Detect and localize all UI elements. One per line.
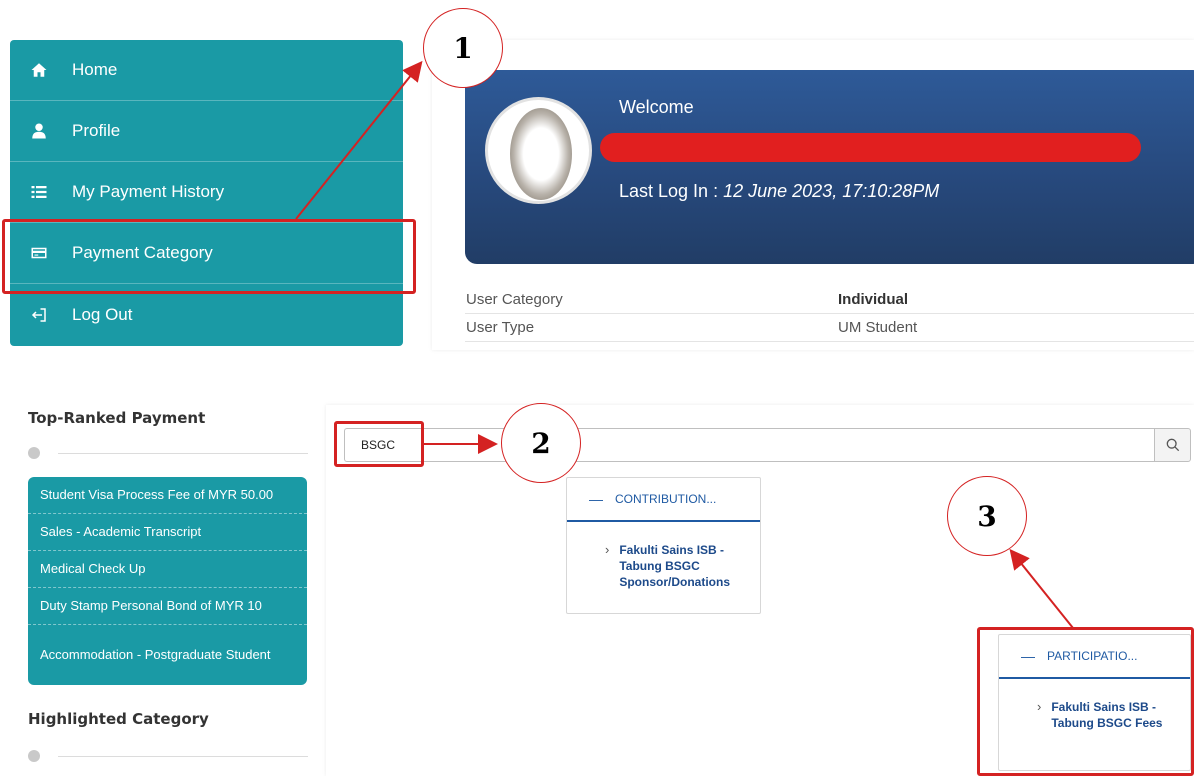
category-item-link[interactable]: › Fakulti Sains ISB - Tabung BSGC Sponso… xyxy=(567,522,760,590)
annotation-step-3: 3 xyxy=(947,476,1027,556)
annotation-step-1: 1 xyxy=(423,8,503,88)
redacted-user-name xyxy=(600,133,1141,162)
user-icon xyxy=(28,120,50,142)
sidebar-item-home[interactable]: Home xyxy=(10,40,403,101)
list-item[interactable]: Medical Check Up xyxy=(28,551,307,588)
last-login-label: Last Log In : xyxy=(619,181,719,201)
sidebar-item-label: Profile xyxy=(72,121,121,140)
category-title: CONTRIBUTION... xyxy=(615,492,717,506)
category-item-label: Fakulti Sains ISB - Tabung BSGC Sponsor/… xyxy=(619,543,731,589)
search-icon xyxy=(1166,438,1179,452)
user-type-row: User Type UM Student xyxy=(465,313,1194,342)
sidebar-nav: Home Profile My Payment History Payment … xyxy=(10,40,403,346)
divider-dot xyxy=(28,447,40,459)
search-button[interactable] xyxy=(1154,428,1191,462)
category-card-contribution: — CONTRIBUTION... › Fakulti Sains ISB - … xyxy=(566,477,761,614)
welcome-label: Welcome xyxy=(619,97,694,117)
list-icon xyxy=(28,181,50,203)
user-type-value: UM Student xyxy=(838,318,918,336)
annotation-highlight-payment-category xyxy=(2,219,416,294)
sidebar-item-label: My Payment History xyxy=(72,182,225,201)
last-login-value: 12 June 2023, 17:10:28PM xyxy=(723,181,940,201)
divider-line xyxy=(58,453,308,454)
sidebar-item-payment-history[interactable]: My Payment History xyxy=(10,162,403,223)
sidebar-item-label: Home xyxy=(72,60,118,79)
annotation-highlight-search-term xyxy=(334,421,424,467)
user-category-row: User Category Individual xyxy=(465,285,1194,314)
search-input[interactable] xyxy=(344,428,1154,462)
collapse-icon: — xyxy=(589,491,603,507)
list-item[interactable]: Sales - Academic Transcript xyxy=(28,514,307,551)
divider-dot xyxy=(28,750,40,762)
list-item[interactable]: Accommodation - Postgraduate Student xyxy=(28,625,307,684)
top-ranked-heading: Top-Ranked Payment xyxy=(28,409,206,427)
list-item[interactable]: Student Visa Process Fee of MYR 50.00 xyxy=(28,477,307,514)
logout-icon xyxy=(28,304,50,326)
chevron-right-icon: › xyxy=(605,542,610,557)
category-header[interactable]: — CONTRIBUTION... xyxy=(567,478,760,522)
highlighted-category-heading: Highlighted Category xyxy=(28,710,209,728)
annotation-step-2: 2 xyxy=(501,403,581,483)
annotation-highlight-result xyxy=(977,627,1194,776)
list-item[interactable]: Duty Stamp Personal Bond of MYR 10 xyxy=(28,588,307,625)
top-ranked-divider xyxy=(28,447,308,459)
user-type-label: User Type xyxy=(466,318,535,336)
user-category-label: User Category xyxy=(466,290,563,308)
user-category-value: Individual xyxy=(838,290,909,308)
sidebar-item-profile[interactable]: Profile xyxy=(10,101,403,162)
divider-line xyxy=(58,756,308,757)
avatar xyxy=(485,97,592,204)
sidebar-item-label: Log Out xyxy=(72,304,133,324)
last-login: Last Log In : 12 June 2023, 17:10:28PM xyxy=(619,181,939,202)
top-ranked-list: Student Visa Process Fee of MYR 50.00 Sa… xyxy=(28,477,307,685)
home-icon xyxy=(28,59,50,81)
highlighted-divider xyxy=(28,750,308,762)
avatar-photo xyxy=(510,108,572,200)
